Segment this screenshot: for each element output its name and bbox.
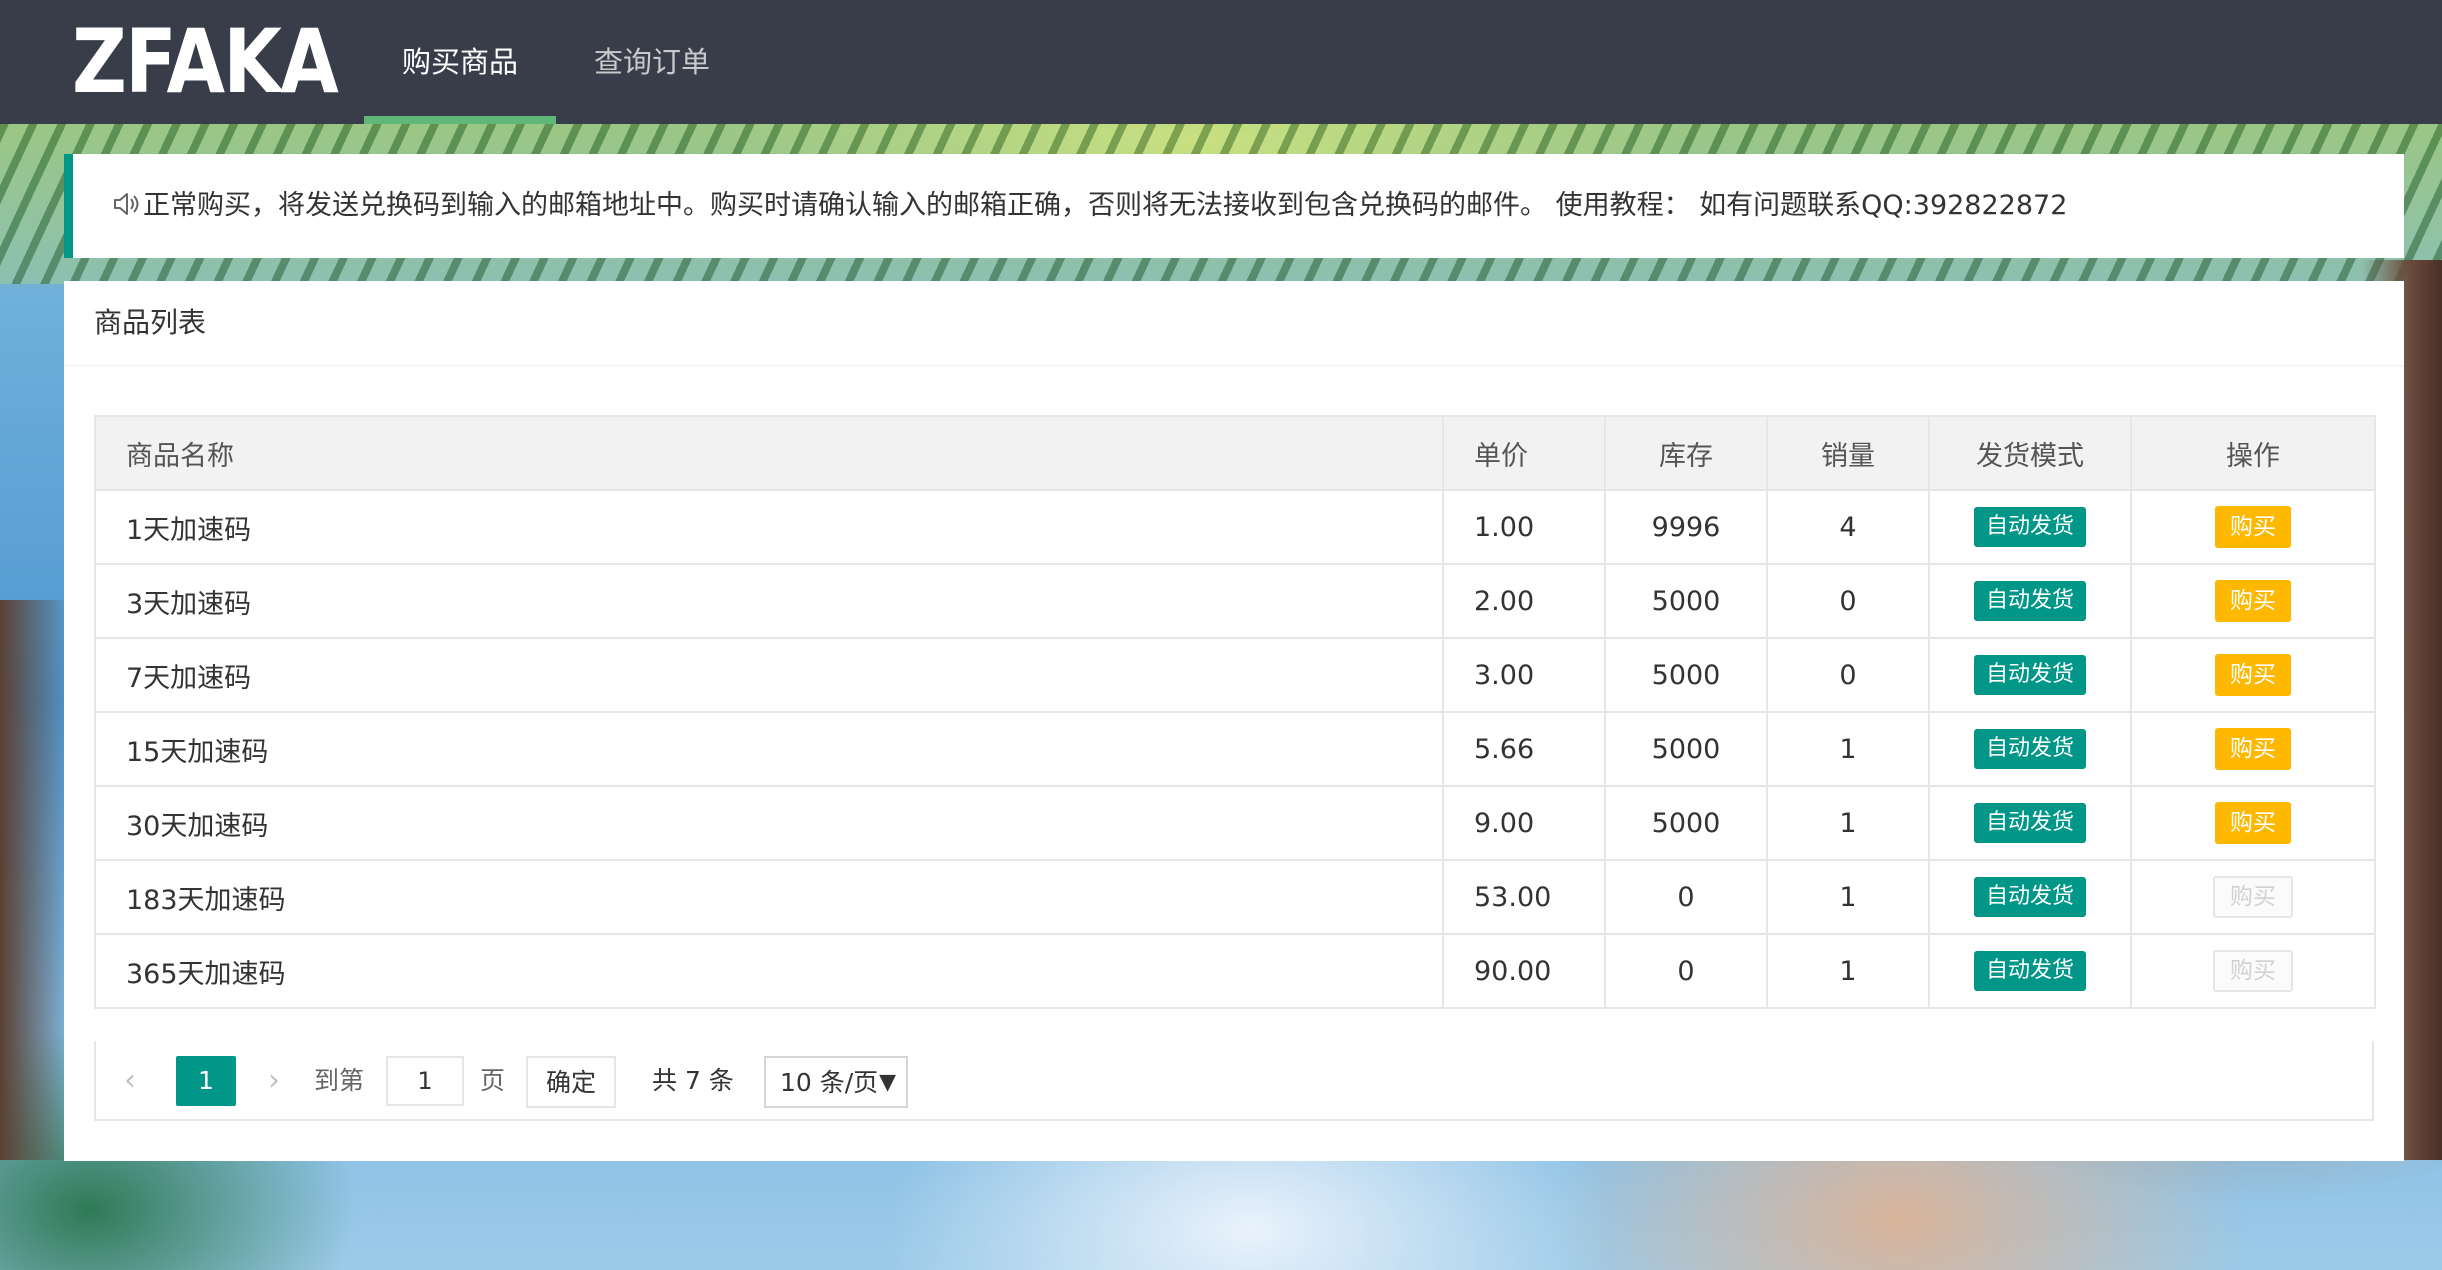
delivery-mode-cell: 自动发货 xyxy=(1928,711,2132,787)
auto-delivery-badge: 自动发货 xyxy=(1973,507,2086,547)
product-stock: 0 xyxy=(1604,859,1768,935)
page-unit-label: 页 xyxy=(480,1066,506,1095)
column-header-delivery-mode: 发货模式 xyxy=(1928,415,2132,491)
prev-page-icon[interactable]: ‹ xyxy=(124,1056,136,1106)
product-sold: 1 xyxy=(1766,785,1930,861)
chevron-down-icon: ▼ xyxy=(879,1070,896,1095)
table-row: 365天加速码 90.00 0 1 自动发货 购买 xyxy=(94,933,2376,1009)
table-header-row: 商品名称 单价 库存 销量 发货模式 操作 xyxy=(94,415,2376,491)
nav-buy-goods[interactable]: 购买商品 xyxy=(364,0,556,124)
table-row: 7天加速码 3.00 5000 0 自动发货 购买 xyxy=(94,637,2376,713)
table-row: 183天加速码 53.00 0 1 自动发货 购买 xyxy=(94,859,2376,935)
column-header-sold: 销量 xyxy=(1766,415,1930,491)
product-sold: 0 xyxy=(1766,563,1930,639)
notice-bar: 正常购买，将发送兑换码到输入的邮箱地址中。购买时请确认输入的邮箱正确，否则将无法… xyxy=(64,154,2404,258)
delivery-mode-cell: 自动发货 xyxy=(1928,637,2132,713)
product-name: 365天加速码 xyxy=(94,933,1444,1009)
action-cell: 购买 xyxy=(2130,489,2376,565)
column-header-name: 商品名称 xyxy=(94,415,1444,491)
goto-confirm-button[interactable]: 确定 xyxy=(526,1056,617,1108)
product-price: 9.00 xyxy=(1442,785,1606,861)
delivery-mode-cell: 自动发货 xyxy=(1928,785,2132,861)
product-name: 15天加速码 xyxy=(94,711,1444,787)
next-page-icon[interactable]: › xyxy=(268,1056,280,1106)
page-number-current[interactable]: 1 xyxy=(176,1056,236,1106)
product-sold: 1 xyxy=(1766,711,1930,787)
buy-button[interactable]: 购买 xyxy=(2215,506,2291,548)
product-name: 183天加速码 xyxy=(94,859,1444,935)
table-row: 1天加速码 1.00 9996 4 自动发货 购买 xyxy=(94,489,2376,565)
product-stock: 5000 xyxy=(1604,711,1768,787)
nav-query-order[interactable]: 查询订单 xyxy=(556,0,748,124)
background-character-left xyxy=(0,600,70,1160)
delivery-mode-cell: 自动发货 xyxy=(1928,489,2132,565)
product-stock: 9996 xyxy=(1604,489,1768,565)
pagination: ‹ 1 › 到第 页 确定 共 7 条 10 条/页 ▼ xyxy=(94,1041,2374,1121)
column-header-action: 操作 xyxy=(2130,415,2376,491)
auto-delivery-badge: 自动发货 xyxy=(1973,951,2086,991)
product-stock: 5000 xyxy=(1604,563,1768,639)
delivery-mode-cell: 自动发货 xyxy=(1928,859,2132,935)
goto-label: 到第 xyxy=(314,1066,365,1095)
column-header-price: 单价 xyxy=(1442,415,1606,491)
product-price: 1.00 xyxy=(1442,489,1606,565)
product-name: 1天加速码 xyxy=(94,489,1444,565)
product-name: 7天加速码 xyxy=(94,637,1444,713)
action-cell: 购买 xyxy=(2130,711,2376,787)
auto-delivery-badge: 自动发货 xyxy=(1973,581,2086,621)
action-cell: 购买 xyxy=(2130,563,2376,639)
product-price: 5.66 xyxy=(1442,711,1606,787)
action-cell: 购买 xyxy=(2130,859,2376,935)
auto-delivery-badge: 自动发货 xyxy=(1973,877,2086,917)
product-price: 2.00 xyxy=(1442,563,1606,639)
site-logo[interactable]: ZFAKA xyxy=(72,18,339,106)
product-list-card: 商品列表 商品名称 单价 库存 销量 发货模式 操作 1天加速码 1.00 99… xyxy=(64,281,2404,1161)
notice-text: 正常购买，将发送兑换码到输入的邮箱地址中。购买时请确认输入的邮箱正确，否则将无法… xyxy=(143,190,2068,221)
buy-button-disabled[interactable]: 购买 xyxy=(2213,950,2293,992)
buy-button[interactable]: 购买 xyxy=(2215,580,2291,622)
auto-delivery-badge: 自动发货 xyxy=(1973,655,2086,695)
product-price: 53.00 xyxy=(1442,859,1606,935)
buy-button[interactable]: 购买 xyxy=(2215,802,2291,844)
speaker-icon xyxy=(114,193,139,215)
delivery-mode-cell: 自动发货 xyxy=(1928,563,2132,639)
product-sold: 1 xyxy=(1766,859,1930,935)
auto-delivery-badge: 自动发货 xyxy=(1973,803,2086,843)
buy-button-disabled[interactable]: 购买 xyxy=(2213,876,2293,918)
product-price: 90.00 xyxy=(1442,933,1606,1009)
auto-delivery-badge: 自动发货 xyxy=(1973,729,2086,769)
action-cell: 购买 xyxy=(2130,785,2376,861)
goto-page-input[interactable] xyxy=(386,1056,464,1106)
card-title: 商品列表 xyxy=(64,281,2404,366)
product-name: 3天加速码 xyxy=(94,563,1444,639)
product-name: 30天加速码 xyxy=(94,785,1444,861)
page-size-value: 10 条/页 xyxy=(780,1068,879,1097)
top-navbar: ZFAKA 购买商品 查询订单 xyxy=(0,0,2442,124)
delivery-mode-cell: 自动发货 xyxy=(1928,933,2132,1009)
total-count: 共 7 条 xyxy=(652,1066,734,1095)
table-row: 30天加速码 9.00 5000 1 自动发货 购买 xyxy=(94,785,2376,861)
product-sold: 0 xyxy=(1766,637,1930,713)
product-price: 3.00 xyxy=(1442,637,1606,713)
product-stock: 5000 xyxy=(1604,637,1768,713)
action-cell: 购买 xyxy=(2130,933,2376,1009)
column-header-stock: 库存 xyxy=(1604,415,1768,491)
buy-button[interactable]: 购买 xyxy=(2215,728,2291,770)
product-sold: 4 xyxy=(1766,489,1930,565)
product-table: 商品名称 单价 库存 销量 发货模式 操作 1天加速码 1.00 9996 4 … xyxy=(94,415,2376,1009)
product-stock: 5000 xyxy=(1604,785,1768,861)
product-sold: 1 xyxy=(1766,933,1930,1009)
table-row: 3天加速码 2.00 5000 0 自动发货 购买 xyxy=(94,563,2376,639)
action-cell: 购买 xyxy=(2130,637,2376,713)
page-size-select[interactable]: 10 条/页 ▼ xyxy=(764,1056,908,1108)
buy-button[interactable]: 购买 xyxy=(2215,654,2291,696)
table-row: 15天加速码 5.66 5000 1 自动发货 购买 xyxy=(94,711,2376,787)
product-stock: 0 xyxy=(1604,933,1768,1009)
